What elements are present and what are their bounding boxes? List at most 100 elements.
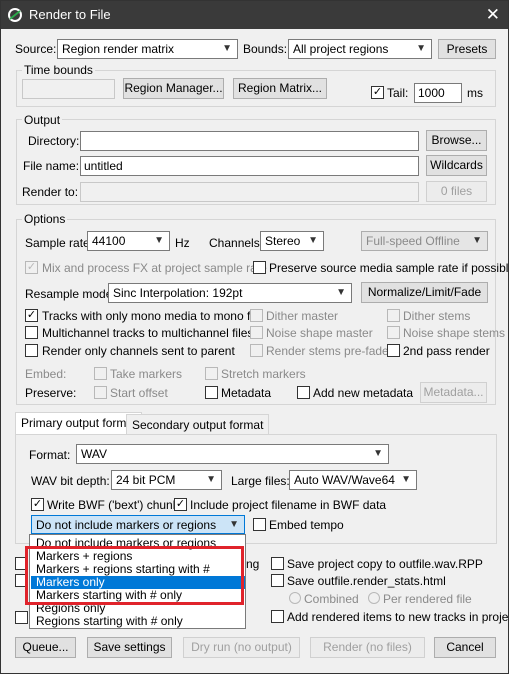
bit-depth-label: WAV bit depth: [31,474,110,488]
mix-fx-label: Mix and process FX at project sample rat… [42,261,267,275]
channels-value: Stereo [265,234,301,248]
add-rendered-label: Add rendered items to new tracks in proj… [287,610,509,624]
format-select[interactable]: WAV ▼ [76,444,389,464]
bit-depth-select[interactable]: 24 bit PCM ▼ [111,470,222,490]
preserve-label: Preserve: [25,386,77,400]
include-filename-checkbox[interactable]: ✓ [174,498,187,511]
normalize-button[interactable]: Normalize/Limit/Fade [361,282,488,303]
left-checkbox-3[interactable] [15,611,28,624]
mono-label: Tracks with only mono media to mono file [42,309,263,323]
tail-label: Tail: [387,86,409,100]
mono-checkbox[interactable]: ✓ [25,309,38,322]
noise-master-label: Noise shape master [266,326,373,340]
take-markers-label: Take markers [110,367,183,381]
per-rendered-label: Per rendered file [383,592,472,606]
presets-button[interactable]: Presets [438,39,496,59]
embed-tempo-label: Embed tempo [269,518,344,532]
second-pass-label: 2nd pass render [403,344,490,358]
metadata-checkbox[interactable] [205,386,218,399]
chevron-down-icon: ▼ [154,235,164,246]
render-dialog: Render to File ✕ Source: Region render m… [0,0,509,674]
chevron-down-icon: ▼ [229,519,239,530]
dither-stems-label: Dither stems [403,309,471,323]
render-only-checkbox[interactable] [25,344,38,357]
bwf-label: Write BWF ('bext') chunk [47,498,179,512]
window-title: Render to File [29,7,111,22]
filename-label: File name: [23,159,80,173]
add-rendered-checkbox[interactable] [271,610,284,623]
chevron-down-icon: ▼ [401,474,411,485]
tab-secondary-output[interactable]: Secondary output format [126,414,270,436]
options-label: Options [22,212,68,226]
start-offset-checkbox [94,386,107,399]
reaper-logo-icon [8,8,22,22]
metadata-button: Metadata... [420,382,487,403]
cancel-button[interactable]: Cancel [434,637,496,658]
render-only-label: Render only channels sent to parent [42,344,235,358]
highlight-box [25,546,244,605]
render-button: Render (no files) [310,637,425,658]
source-value: Region render matrix [62,42,175,56]
source-select[interactable]: Region render matrix ▼ [57,39,238,59]
dropdown-item[interactable]: Regions starting with # only [31,615,245,628]
combined-radio [289,592,301,604]
save-stats-checkbox[interactable] [271,574,284,587]
sample-rate-label: Sample rate: [25,236,94,250]
tail-unit: ms [467,86,483,100]
speed-value: Full-speed Offline [366,234,460,248]
directory-input[interactable] [80,131,419,151]
time-bounds-field [22,79,115,99]
tail-input[interactable]: 1000 [414,83,462,103]
chevron-down-icon: ▼ [336,287,346,298]
bounds-select[interactable]: All project regions ▼ [288,39,432,59]
tab-primary-output[interactable]: Primary output format [15,412,143,435]
dither-stems-checkbox [387,309,400,322]
region-matrix-button[interactable]: Region Matrix... [233,78,327,99]
add-metadata-checkbox[interactable] [297,386,310,399]
multichannel-checkbox[interactable] [25,326,38,339]
preserve-rate-checkbox[interactable] [253,261,266,274]
large-files-select[interactable]: Auto WAV/Wave64 ▼ [289,470,417,490]
copy-project-checkbox[interactable] [271,557,284,570]
dither-master-label: Dither master [266,309,339,323]
sample-rate-select[interactable]: 44100 ▼ [87,231,170,251]
noise-stems-label: Noise shape stems [403,326,506,340]
second-pass-checkbox[interactable] [387,344,400,357]
chevron-down-icon: ▼ [472,235,482,246]
close-icon[interactable]: ✕ [486,5,500,25]
metadata-label: Metadata [221,386,272,400]
chevron-down-icon: ▼ [416,43,426,54]
time-bounds-label: Time bounds [22,63,95,77]
partial-label: ng [246,557,260,571]
browse-button[interactable]: Browse... [426,130,487,151]
filename-input[interactable]: untitled [80,156,419,176]
noise-master-checkbox [250,326,263,339]
save-settings-button[interactable]: Save settings [87,637,172,658]
bwf-checkbox[interactable]: ✓ [31,498,44,511]
resample-select[interactable]: Sinc Interpolation: 192pt ▼ [108,283,352,303]
resample-label: Resample mode: [25,287,116,301]
embed-tempo-checkbox[interactable] [253,518,266,531]
hz-label: Hz [175,236,190,250]
dither-master-checkbox [250,309,263,322]
format-value: WAV [81,447,107,461]
render-prefader-label: Render stems pre-fader [266,344,393,358]
speed-select[interactable]: Full-speed Offline ▼ [361,231,488,251]
bounds-label: Bounds: [243,42,288,56]
wildcards-button[interactable]: Wildcards [426,155,487,176]
embed-label: Embed: [25,367,67,381]
queue-button[interactable]: Queue... [15,637,76,658]
chevron-down-icon: ▼ [308,235,318,246]
markers-select[interactable]: Do not include markers or regions ▼ [31,515,245,534]
preserve-rate-label: Preserve source media sample rate if pos… [269,261,509,275]
tail-checkbox[interactable]: ✓ [371,86,384,99]
start-offset-label: Start offset [110,386,168,400]
combined-label: Combined [304,592,359,606]
sample-rate-value: 44100 [92,234,126,248]
channels-select[interactable]: Stereo ▼ [260,231,324,251]
directory-label: Directory: [28,134,80,148]
resample-value: Sinc Interpolation: 192pt [113,286,243,300]
noise-stems-checkbox [387,326,400,339]
bit-depth-value: 24 bit PCM [116,473,176,487]
region-manager-button[interactable]: Region Manager... [123,78,224,99]
